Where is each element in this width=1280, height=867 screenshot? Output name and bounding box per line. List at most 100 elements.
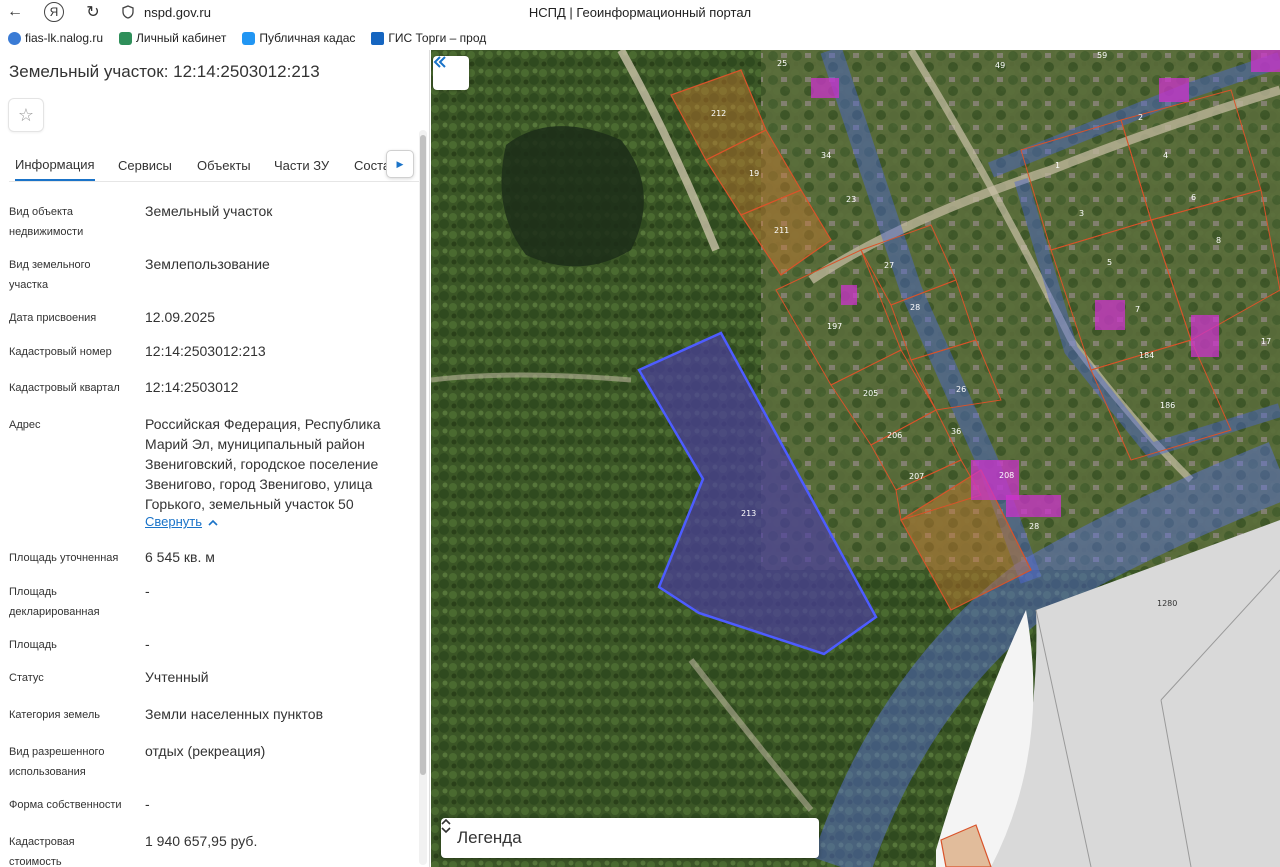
plot-label-197: 197 — [827, 322, 842, 331]
tab-parts[interactable]: Части ЗУ — [274, 150, 329, 180]
label-land-category: Категория земель — [9, 709, 100, 721]
shield-icon[interactable] — [120, 3, 136, 21]
plot-label-7: 7 — [1135, 305, 1140, 314]
bookmark-label: Личный кабинет — [136, 31, 227, 45]
plot-label-206: 206 — [887, 431, 902, 440]
building-magenta-5 — [971, 460, 1019, 500]
building-magenta-2 — [1159, 78, 1189, 102]
value-cadastral-value: 1 940 657,95 руб. — [145, 833, 258, 849]
plot-label-2: 2 — [1138, 113, 1143, 122]
favorite-button[interactable]: ☆ — [8, 98, 44, 132]
tab-bar: Информация Сервисы Объекты Части ЗУ Сост… — [9, 150, 419, 182]
plot-label-34: 34 — [821, 151, 831, 160]
bookmarks-bar: fias-lk.nalog.ru Личный кабинет Публична… — [0, 28, 1280, 48]
plot-label-25: 25 — [777, 59, 787, 68]
panel-title: Земельный участок: 12:14:2503012:213 — [9, 62, 320, 81]
collapse-link[interactable]: Свернуть — [145, 514, 218, 529]
address-bar[interactable]: nspd.gov.ru — [144, 5, 211, 20]
plot-label-36: 36 — [951, 427, 961, 436]
value-assigned-date: 12.09.2025 — [145, 309, 216, 325]
plot-label-49: 49 — [995, 61, 1005, 70]
bookmark-public-cadastre[interactable]: Публичная кадас — [242, 31, 355, 45]
plot-label-6: 6 — [1191, 193, 1196, 202]
value-status: Учтенный — [145, 669, 209, 685]
panel-scrollbar-thumb[interactable] — [420, 135, 426, 775]
plot-label-3: 3 — [1079, 209, 1084, 218]
plot-label-213: 213 — [741, 509, 756, 518]
tab-composition[interactable]: Соста — [354, 150, 390, 180]
tab-information[interactable]: Информация — [15, 150, 95, 181]
label-status: Статус — [9, 672, 44, 684]
cadastre-icon — [242, 31, 256, 45]
double-chevron-left-icon — [433, 56, 446, 68]
label-ownership-form: Форма собственности — [9, 799, 122, 811]
label-area: Площадь — [9, 639, 57, 651]
value-address: Российская Федерация, Республика Марий Э… — [145, 416, 381, 512]
tab-objects[interactable]: Объекты — [197, 150, 251, 180]
chevron-right-icon: ▶ — [396, 158, 404, 169]
label-plot-type: Вид земельного участка — [9, 259, 91, 291]
tabs-scroll-button[interactable]: ▶ — [386, 150, 414, 178]
globe-icon — [8, 31, 21, 45]
value-plot-type: Землепользование — [145, 256, 270, 272]
plot-label-28: 28 — [910, 303, 920, 312]
plot-label-212: 212 — [711, 109, 726, 118]
label-permitted-use: Вид разрешенного использования — [9, 746, 105, 778]
dark-pond — [501, 126, 644, 267]
plot-label-1280: 1280 — [1157, 599, 1177, 608]
bookmark-label: ГИС Торги – прод — [388, 31, 487, 45]
plot-label-205: 205 — [863, 389, 878, 398]
bookmark-label: Публичная кадас — [259, 31, 356, 45]
value-permitted-use: отдых (рекреация) — [145, 743, 266, 759]
building-magenta-1 — [811, 78, 839, 98]
value-area: - — [145, 636, 150, 652]
map-view[interactable]: 213 212 19 211 197 205 206 207 27 28 26 … — [431, 50, 1280, 867]
value-area-specified: 6 545 кв. м — [145, 549, 215, 565]
label-area-declared: Площадь декларированная — [9, 586, 100, 618]
plot-label-5: 5 — [1107, 258, 1112, 267]
label-cadastral-quarter: Кадастровый квартал — [9, 382, 120, 394]
legend-dropdown[interactable]: Легенда — [441, 818, 819, 858]
plot-label-28-lower: 28 — [1029, 522, 1039, 531]
building-magenta-6 — [1006, 495, 1061, 517]
value-area-declared: - — [145, 583, 150, 599]
label-cadastral-value: Кадастровая стоимость — [9, 836, 75, 867]
value-cadastral-quarter: 12:14:2503012 — [145, 379, 239, 395]
star-icon: ☆ — [17, 104, 35, 125]
plot-label-23: 23 — [846, 195, 856, 204]
collapse-link-label: Свернуть — [145, 514, 203, 529]
building-magenta-7 — [841, 285, 857, 305]
building-magenta-3 — [1095, 300, 1125, 330]
yandex-logo-icon[interactable]: Я — [44, 2, 64, 22]
plot-label-208: 208 — [999, 471, 1014, 480]
bookmark-label: fias-lk.nalog.ru — [25, 31, 104, 45]
legend-label: Легенда — [457, 828, 522, 847]
plot-label-186: 186 — [1160, 401, 1175, 410]
plot-label-4: 4 — [1163, 151, 1168, 160]
plot-label-184: 184 — [1139, 351, 1154, 360]
label-cadastral-number: Кадастровый номер — [9, 346, 112, 358]
chevron-up-down-icon — [441, 818, 451, 834]
bookmark-gis-torgi[interactable]: ГИС Торги – прод — [371, 31, 486, 45]
reload-icon[interactable]: ↻ — [82, 1, 104, 23]
building-magenta-4 — [1191, 315, 1219, 357]
label-object-type: Вид объекта недвижимости — [9, 206, 84, 238]
tab-services[interactable]: Сервисы — [118, 150, 172, 180]
info-panel: Земельный участок: 12:14:2503012:213 ☆ И… — [0, 50, 430, 867]
label-assigned-date: Дата присвоения — [9, 312, 97, 324]
value-object-type: Земельный участок — [145, 203, 273, 219]
bookmark-fias[interactable]: fias-lk.nalog.ru — [8, 31, 103, 45]
browser-toolbar: ← Я ↻ nspd.gov.ru НСПД | Геоинформационн… — [0, 0, 1280, 24]
chevron-up-icon — [208, 514, 218, 529]
plot-label-211: 211 — [774, 226, 789, 235]
plot-label-1: 1 — [1055, 161, 1060, 170]
plot-label-207: 207 — [909, 472, 924, 481]
plot-label-8: 8 — [1216, 236, 1221, 245]
back-arrow-icon[interactable]: ← — [4, 1, 26, 23]
collapse-panel-button[interactable] — [433, 56, 469, 90]
bookmark-personal-cabinet[interactable]: Личный кабинет — [119, 31, 226, 45]
value-cadastral-number: 12:14:2503012:213 — [145, 343, 266, 359]
map-canvas[interactable]: 213 212 19 211 197 205 206 207 27 28 26 … — [431, 50, 1280, 867]
building-magenta-8 — [1251, 50, 1280, 72]
label-address: Адрес — [9, 419, 41, 431]
